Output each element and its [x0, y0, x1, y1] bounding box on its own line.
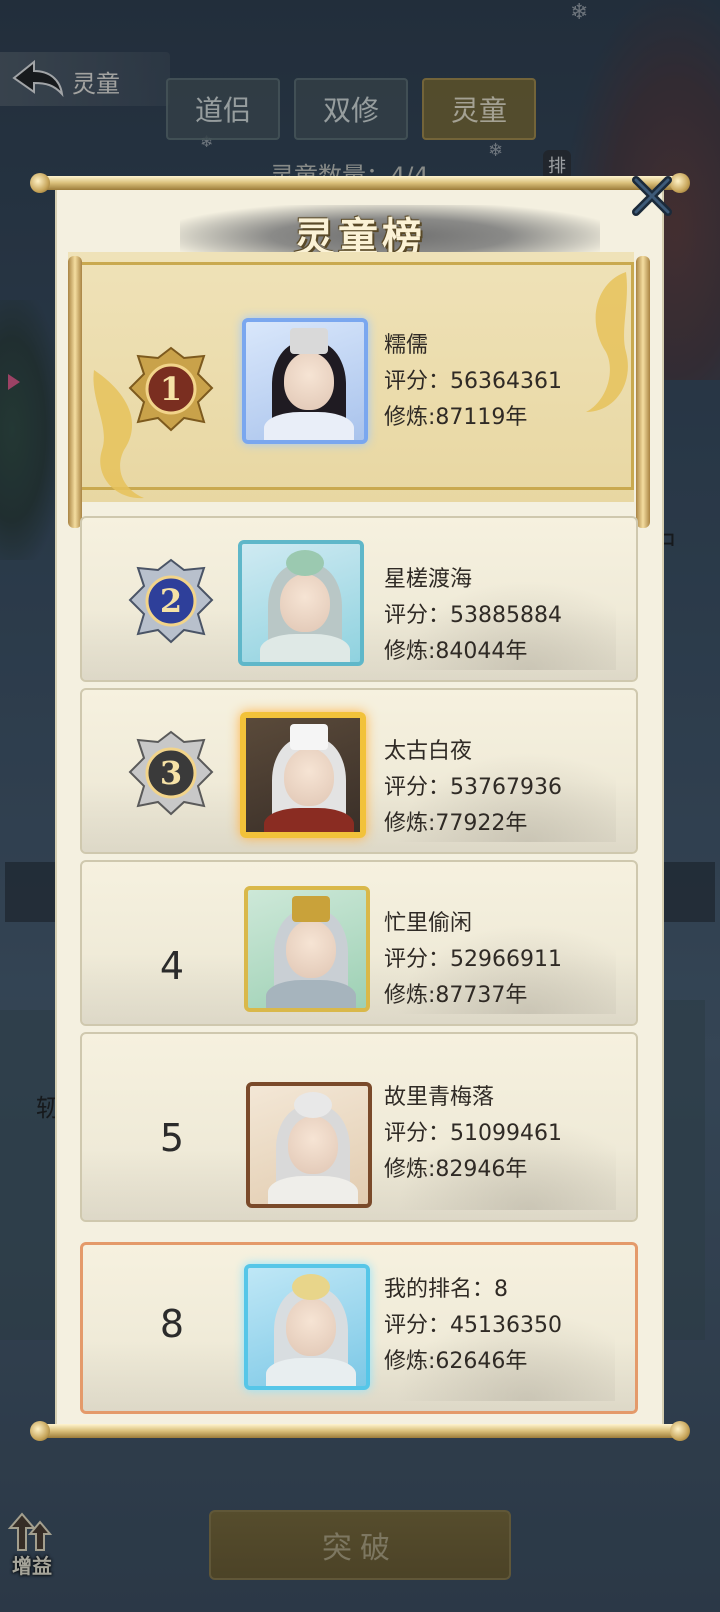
avatar[interactable] [238, 540, 364, 666]
player-score: 评分：51099461 [384, 1121, 562, 1146]
scroll-knob [30, 1421, 50, 1441]
avatar[interactable] [246, 1082, 372, 1208]
scroll-side-roll [636, 256, 650, 528]
player-score: 评分：52966911 [384, 947, 562, 972]
player-training: 修炼:77922年 [384, 811, 528, 836]
scroll-knob [670, 1421, 690, 1441]
row-info-1: 糯儒 评分：56364361 修炼:87119年 [384, 328, 562, 436]
player-score: 评分：53885884 [384, 603, 562, 628]
player-training: 修炼:82946年 [384, 1157, 528, 1182]
player-name: 忙里偷闲 [384, 911, 473, 936]
my-rank-number: 8 [159, 1302, 185, 1346]
avatar[interactable] [244, 886, 370, 1012]
avatar[interactable] [240, 712, 366, 838]
player-training: 修炼:84044年 [384, 639, 528, 664]
rank-number: 2 [160, 582, 182, 620]
scroll-knob [30, 173, 50, 193]
player-name: 星槎渡海 [384, 567, 473, 592]
scroll-rod-top [36, 176, 684, 190]
row-info-5: 故里青梅落 评分：51099461 修炼:82946年 [384, 1080, 562, 1188]
rank-medal-3-icon: 3 [128, 730, 214, 816]
rank-number: 5 [159, 1116, 185, 1160]
scroll-rod-bottom [36, 1424, 684, 1438]
my-rank-label: 我的排名：8 [384, 1277, 508, 1302]
scroll-side-roll [68, 256, 82, 528]
rank-number: 3 [160, 754, 182, 792]
player-score: 评分：53767936 [384, 775, 562, 800]
avatar[interactable] [244, 1264, 370, 1390]
player-training: 修炼:87737年 [384, 983, 528, 1008]
avatar[interactable] [242, 318, 368, 444]
player-name: 太古白夜 [384, 739, 473, 764]
row-info-4: 忙里偷闲 评分：52966911 修炼:87737年 [384, 906, 562, 1014]
row-info-3: 太古白夜 评分：53767936 修炼:77922年 [384, 734, 562, 842]
player-name: 故里青梅落 [384, 1085, 495, 1110]
rank-medal-2-icon: 2 [128, 558, 214, 644]
my-training: 修炼:62646年 [384, 1349, 528, 1374]
player-score: 评分：56364361 [384, 369, 562, 394]
my-rank-info: 我的排名：8 评分：45136350 修炼:62646年 [384, 1272, 562, 1380]
rank-number: 1 [160, 370, 182, 408]
rank-number: 4 [159, 944, 185, 988]
player-name: 糯儒 [384, 333, 429, 358]
player-training: 修炼:87119年 [384, 405, 528, 430]
rank-medal-1-icon: 1 [128, 346, 214, 432]
phoenix-ornament-icon [586, 272, 628, 412]
row-info-2: 星槎渡海 评分：53885884 修炼:84044年 [384, 562, 562, 670]
my-score: 评分：45136350 [384, 1313, 562, 1338]
